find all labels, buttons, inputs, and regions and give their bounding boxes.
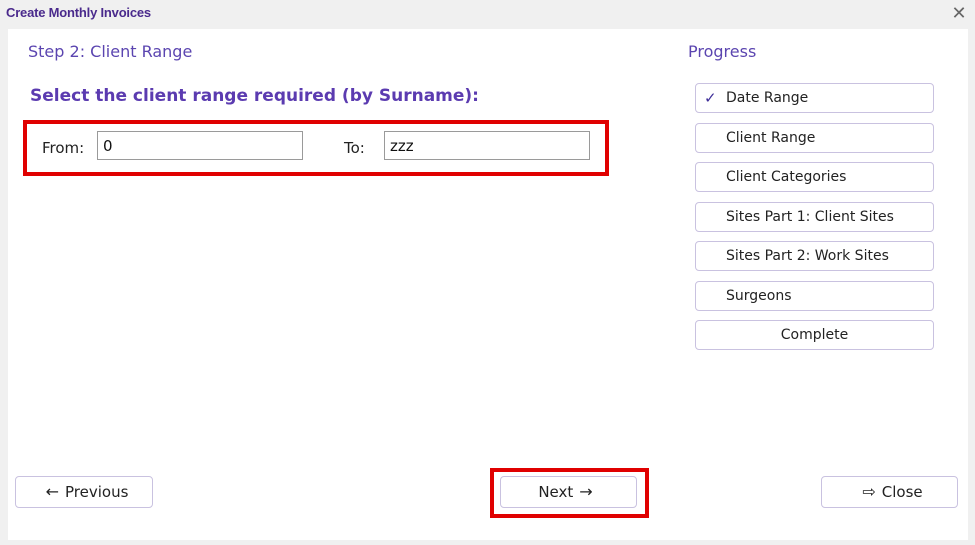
from-input[interactable] [97,131,303,160]
title-bar: Create Monthly Invoices ✕ [0,0,975,28]
close-button[interactable]: ⇨ Close [821,476,958,508]
arrow-left-icon: ← [45,482,59,501]
next-button[interactable]: Next → [500,476,637,508]
window-title: Create Monthly Invoices [6,5,151,20]
previous-label: Previous [65,483,129,501]
progress-item-label: Complete [780,327,849,343]
progress-title: Progress [688,42,757,61]
progress-item-label: Client Categories [726,169,847,185]
progress-item-label: Sites Part 1: Client Sites [726,209,894,225]
to-label: To: [344,139,365,157]
from-label: From: [42,139,85,157]
progress-item-work-sites[interactable]: Sites Part 2: Work Sites [695,241,934,271]
progress-item-label: Surgeons [726,288,792,304]
progress-item-label: Date Range [726,90,809,106]
progress-item-client-sites[interactable]: Sites Part 1: Client Sites [695,202,934,232]
progress-item-client-range[interactable]: Client Range [695,123,934,153]
arrow-right-icon: → [579,482,593,501]
progress-item-surgeons[interactable]: Surgeons [695,281,934,311]
wizard-panel: Step 2: Client Range Progress Select the… [8,29,968,540]
progress-item-label: Sites Part 2: Work Sites [726,248,889,264]
check-icon: ✓ [704,89,717,107]
progress-item-date-range[interactable]: ✓ Date Range [695,83,934,113]
step-title: Step 2: Client Range [28,42,193,61]
window-close-icon[interactable]: ✕ [947,2,971,26]
previous-button[interactable]: ← Previous [15,476,153,508]
next-label: Next [538,483,574,501]
exit-icon: ⇨ [862,482,876,501]
close-label: Close [881,483,923,501]
progress-item-complete[interactable]: Complete [695,320,934,350]
to-input[interactable] [384,131,590,160]
progress-item-client-categories[interactable]: Client Categories [695,162,934,192]
progress-item-label: Client Range [726,130,816,146]
instruction-heading: Select the client range required (by Sur… [30,86,479,106]
